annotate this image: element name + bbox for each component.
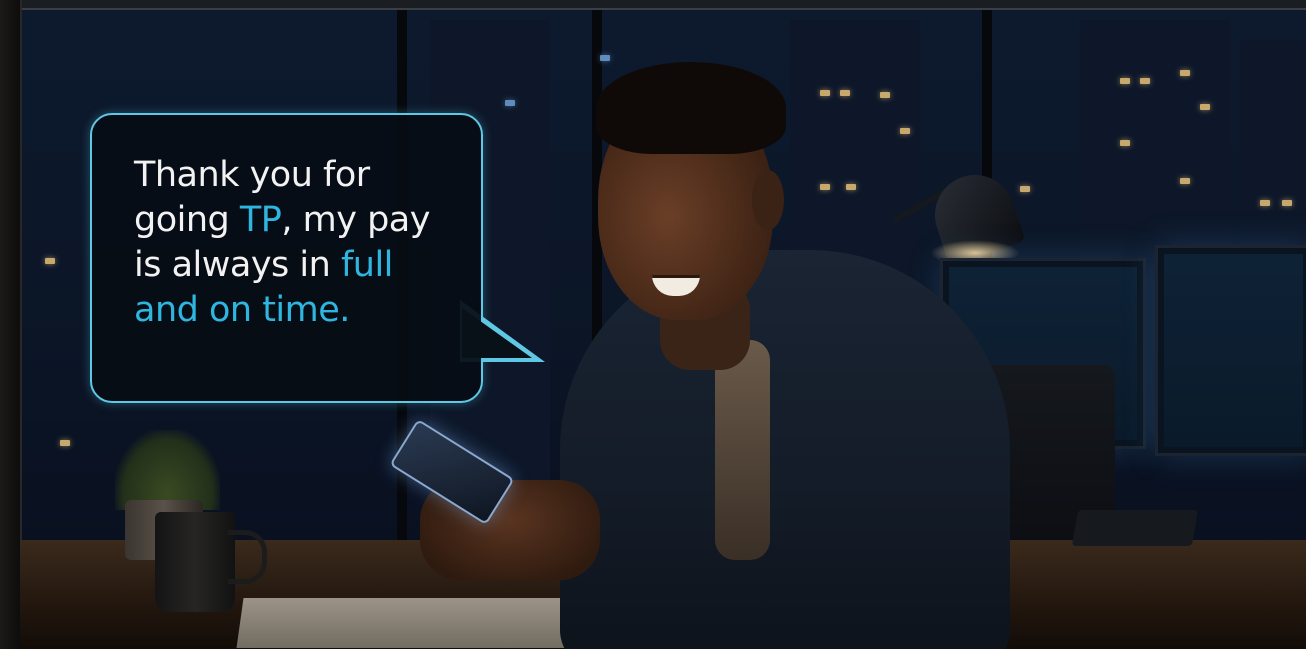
- lit-window: [1180, 70, 1190, 76]
- potted-plant: [115, 430, 220, 510]
- computer-monitor: [1155, 245, 1306, 456]
- lit-window: [880, 92, 890, 98]
- bubble-text: , my pay: [281, 200, 430, 240]
- lit-window: [1200, 104, 1210, 110]
- skyline-building: [1080, 20, 1230, 260]
- lit-window: [1120, 140, 1130, 146]
- window-frame-left: [0, 0, 22, 649]
- person-ear: [752, 170, 784, 230]
- bubble-line-2: going TP, my pay: [134, 198, 461, 243]
- papers: [236, 598, 574, 648]
- bubble-line-3: is always in full: [134, 243, 461, 288]
- lit-window: [840, 90, 850, 96]
- person-jacket: [560, 250, 1010, 649]
- lit-window: [505, 100, 515, 106]
- lit-window: [1180, 178, 1190, 184]
- keyboard: [1071, 510, 1199, 546]
- bubble-highlight-on-time: and on time.: [134, 290, 350, 330]
- lit-window: [600, 55, 610, 61]
- lit-window: [1282, 200, 1292, 206]
- lit-window: [846, 184, 856, 190]
- bubble-line-1: Thank you for: [134, 153, 461, 198]
- night-office-scene: Thank you for going TP, my pay is always…: [0, 0, 1306, 649]
- lit-window: [45, 258, 55, 264]
- lit-window: [60, 440, 70, 446]
- bubble-text: is always in: [134, 245, 341, 285]
- coffee-mug: [155, 512, 235, 612]
- bubble-highlight-full: full: [340, 245, 393, 285]
- mug-handle: [228, 530, 267, 584]
- speech-bubble-tail-fill: [462, 308, 532, 358]
- lit-window: [1140, 78, 1150, 84]
- speech-bubble: Thank you for going TP, my pay is always…: [90, 113, 483, 403]
- bubble-highlight-tp: TP: [239, 200, 282, 240]
- lit-window: [820, 90, 830, 96]
- lit-window: [1020, 186, 1030, 192]
- person-hair: [596, 62, 786, 154]
- lit-window: [1120, 78, 1130, 84]
- skyline-building: [1240, 40, 1306, 260]
- lit-window: [900, 128, 910, 134]
- bubble-line-4: and on time.: [134, 288, 461, 333]
- bubble-text: Thank you for: [134, 155, 370, 195]
- person-shirt: [715, 340, 770, 560]
- top-frame-bar: [0, 0, 1306, 10]
- bubble-text: going: [134, 200, 240, 240]
- lit-window: [820, 184, 830, 190]
- lit-window: [1260, 200, 1270, 206]
